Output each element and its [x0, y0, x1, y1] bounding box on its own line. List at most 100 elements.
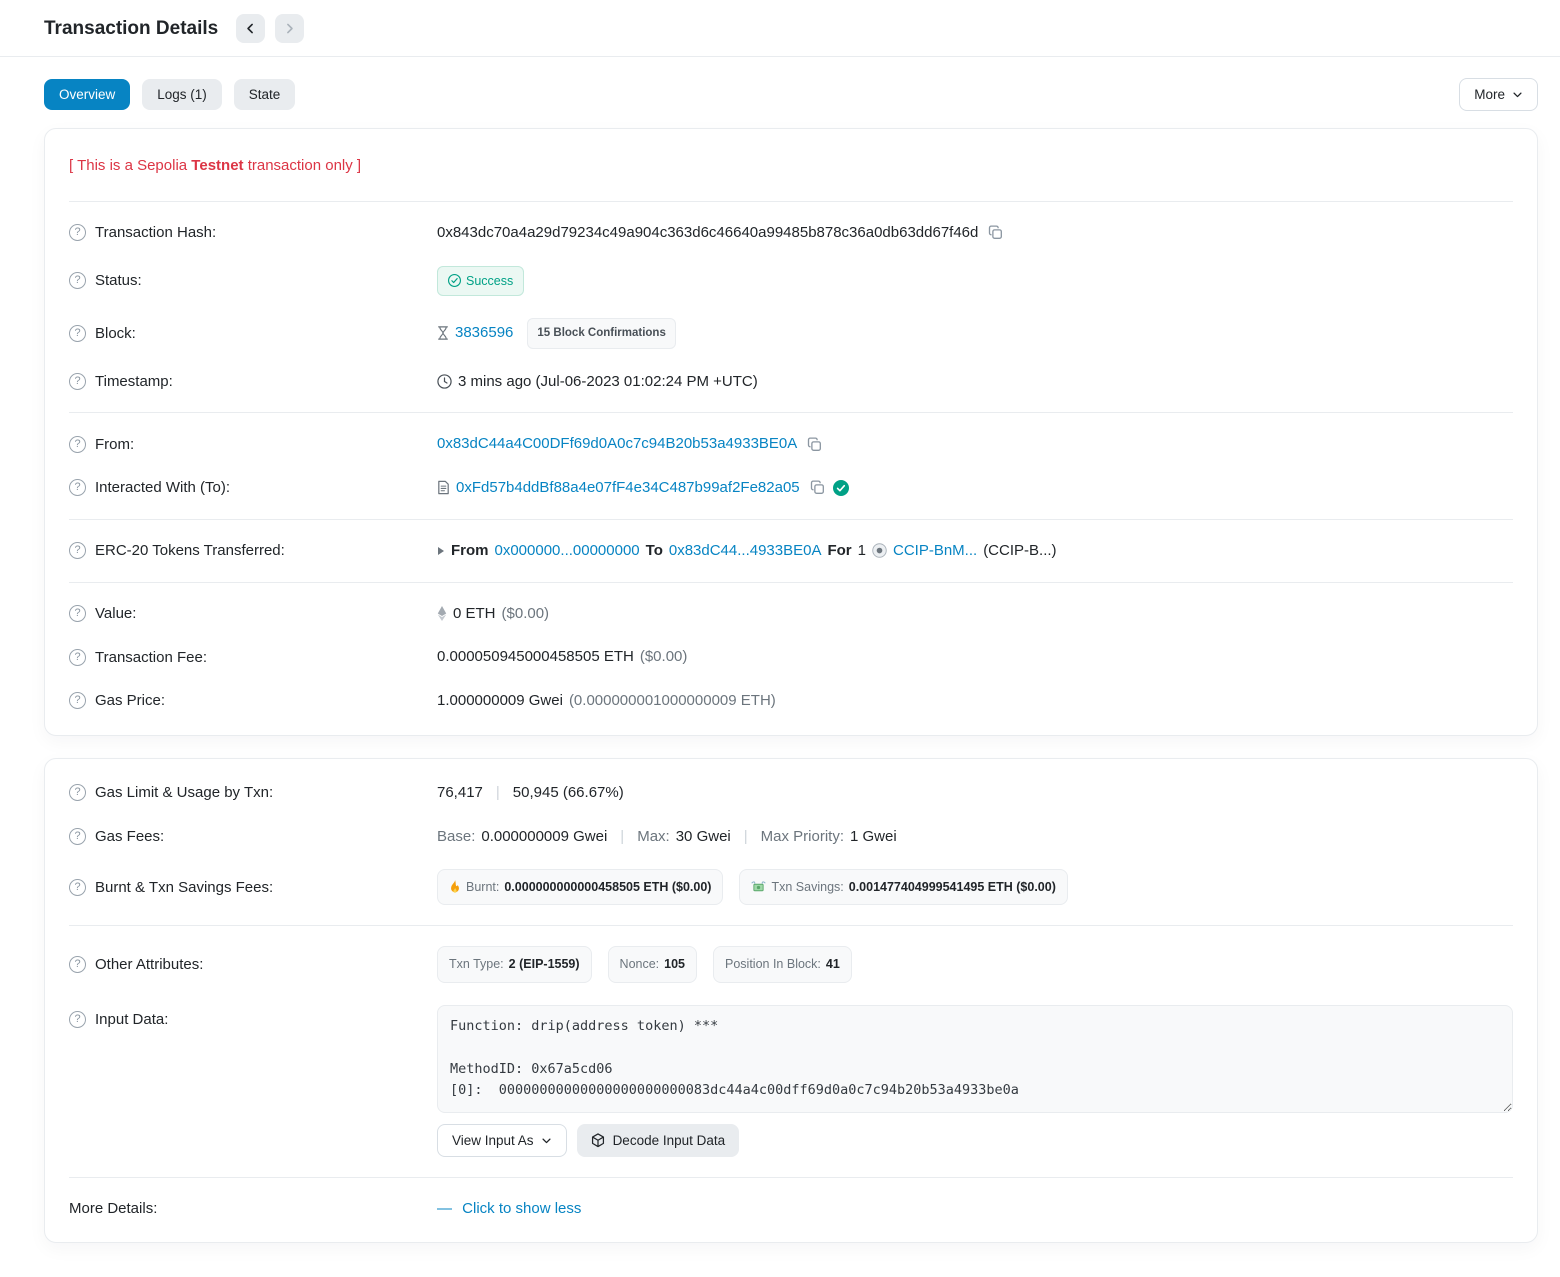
erc20-to-word: To	[646, 540, 663, 562]
help-icon[interactable]: ?	[69, 784, 86, 801]
erc20-from-address-link[interactable]: 0x000000...00000000	[495, 540, 640, 562]
prev-transaction-button[interactable]	[236, 14, 265, 43]
copy-from-address-button[interactable]	[805, 435, 824, 454]
tab-logs[interactable]: Logs (1)	[142, 79, 222, 110]
timestamp-value: 3 mins ago (Jul-06-2023 01:02:24 PM +UTC…	[458, 371, 758, 393]
txn-type-value: 2 (EIP-1559)	[509, 955, 580, 973]
help-icon[interactable]: ?	[69, 272, 86, 289]
gas-price-label: Gas Price:	[95, 692, 165, 709]
help-icon[interactable]: ?	[69, 828, 86, 845]
money-wings-icon	[751, 881, 766, 894]
burnt-value: 0.000000000000458505 ETH ($0.00)	[504, 878, 711, 896]
help-icon[interactable]: ?	[69, 224, 86, 241]
help-icon[interactable]: ?	[69, 879, 86, 896]
row-gas-fees: ? Gas Fees: Base: 0.000000009 Gwei | Max…	[69, 815, 1513, 859]
divider	[69, 582, 1513, 583]
copy-to-address-button[interactable]	[808, 478, 827, 497]
status-label: Status:	[95, 272, 142, 289]
clock-icon	[437, 374, 452, 389]
row-transaction-hash: ? Transaction Hash: 0x843dc70a4a29d79234…	[69, 211, 1513, 255]
divider	[69, 412, 1513, 413]
interacted-with-label: Interacted With (To):	[95, 479, 230, 496]
help-icon[interactable]: ?	[69, 956, 86, 973]
help-icon[interactable]: ?	[69, 605, 86, 622]
decode-input-data-button[interactable]: Decode Input Data	[577, 1124, 740, 1157]
tab-overview[interactable]: Overview	[44, 79, 130, 110]
help-icon[interactable]: ?	[69, 1011, 86, 1028]
gas-usage-value: 50,945 (66.67%)	[513, 782, 624, 804]
max-fee-key: Max:	[637, 826, 670, 848]
page-title: Transaction Details	[44, 18, 218, 40]
gas-price-eth: (0.000000001000000009 ETH)	[569, 690, 776, 712]
gas-limit-value: 76,417	[437, 782, 483, 804]
next-transaction-button[interactable]	[275, 14, 304, 43]
help-icon[interactable]: ?	[69, 325, 86, 342]
copy-icon	[807, 437, 822, 452]
row-more-details: More Details: — Click to show less	[69, 1187, 1513, 1231]
copy-hash-button[interactable]	[986, 223, 1005, 242]
txn-savings-key: Txn Savings:	[771, 878, 843, 896]
erc20-label: ERC-20 Tokens Transferred:	[95, 542, 285, 559]
erc20-from-word: From	[451, 540, 489, 562]
pipe-separator: |	[620, 826, 624, 848]
timestamp-label: Timestamp:	[95, 373, 173, 390]
row-gas-limit-usage: ? Gas Limit & Usage by Txn: 76,417 | 50,…	[69, 771, 1513, 815]
position-value: 41	[826, 955, 840, 973]
topbar: Transaction Details	[0, 0, 1560, 57]
row-interacted-with: ? Interacted With (To): 0xFd57b4ddBf88a4…	[69, 466, 1513, 510]
divider	[69, 201, 1513, 202]
max-priority-fee-value: 1 Gwei	[850, 826, 897, 848]
toggle-details-link[interactable]: — Click to show less	[437, 1198, 581, 1220]
tab-state[interactable]: State	[234, 79, 296, 110]
notice-bold: Testnet	[191, 157, 243, 174]
chevron-left-icon	[244, 22, 257, 35]
row-block: ? Block: 3836596 15 Block Confirmations	[69, 307, 1513, 360]
erc20-token-symbol: (CCIP-B...)	[983, 540, 1056, 562]
divider	[69, 519, 1513, 520]
view-input-as-button[interactable]: View Input As	[437, 1124, 567, 1157]
block-label: Block:	[95, 325, 136, 342]
input-data-label: Input Data:	[95, 1011, 168, 1028]
chevron-down-icon	[1512, 89, 1523, 100]
other-attributes-label: Other Attributes:	[95, 956, 203, 973]
to-address-link[interactable]: 0xFd57b4ddBf88a4e07fF4e34C487b99af2Fe82a…	[456, 477, 800, 499]
erc20-to-address-link[interactable]: 0x83dC44...4933BE0A	[669, 540, 822, 562]
row-from: ? From: 0x83dC44a4C00DFf69d0A0c7c94B20b5…	[69, 422, 1513, 466]
help-icon[interactable]: ?	[69, 479, 86, 496]
from-address-link[interactable]: 0x83dC44a4C00DFf69d0A0c7c94B20b53a4933BE…	[437, 433, 797, 455]
more-dropdown-button[interactable]: More	[1459, 78, 1538, 111]
help-icon[interactable]: ?	[69, 542, 86, 559]
tabs-bar: Overview Logs (1) State More	[0, 57, 1560, 126]
row-timestamp: ? Timestamp: 3 mins ago (Jul-06-2023 01:…	[69, 360, 1513, 404]
burnt-key: Burnt:	[466, 878, 499, 896]
max-priority-fee-key: Max Priority:	[761, 826, 844, 848]
notice-prefix: [ This is a Sepolia	[69, 157, 191, 174]
nonce-key: Nonce:	[620, 955, 660, 973]
row-value: ? Value: 0 ETH ($0.00)	[69, 592, 1513, 636]
max-fee-value: 30 Gwei	[676, 826, 731, 848]
collapse-dash: —	[437, 1200, 452, 1217]
help-icon[interactable]: ?	[69, 436, 86, 453]
overview-card: [ This is a Sepolia Testnet transaction …	[44, 128, 1538, 736]
nonce-badge: Nonce: 105	[608, 946, 697, 982]
status-badge-label: Success	[466, 272, 513, 290]
burnt-badge: Burnt: 0.000000000000458505 ETH ($0.00)	[437, 869, 723, 905]
block-number-link[interactable]: 3836596	[455, 322, 513, 344]
notice-suffix: transaction only ]	[244, 157, 362, 174]
value-usd: ($0.00)	[502, 603, 550, 625]
value-label: Value:	[95, 605, 136, 622]
row-gas-price: ? Gas Price: 1.000000009 Gwei (0.0000000…	[69, 679, 1513, 723]
transfer-triangle-icon	[437, 546, 445, 556]
erc20-token-link[interactable]: CCIP-BnM...	[893, 540, 977, 562]
help-icon[interactable]: ?	[69, 692, 86, 709]
gas-limit-label: Gas Limit & Usage by Txn:	[95, 784, 273, 801]
row-transaction-fee: ? Transaction Fee: 0.000050945000458505 …	[69, 635, 1513, 679]
cube-icon	[591, 1133, 605, 1148]
details-card: ? Gas Limit & Usage by Txn: 76,417 | 50,…	[44, 758, 1538, 1244]
burnt-savings-label: Burnt & Txn Savings Fees:	[95, 879, 273, 896]
help-icon[interactable]: ?	[69, 649, 86, 666]
transaction-hash-label: Transaction Hash:	[95, 224, 216, 241]
base-fee-key: Base:	[437, 826, 475, 848]
input-data-textarea[interactable]: Function: drip(address token) *** Method…	[437, 1005, 1513, 1113]
help-icon[interactable]: ?	[69, 373, 86, 390]
